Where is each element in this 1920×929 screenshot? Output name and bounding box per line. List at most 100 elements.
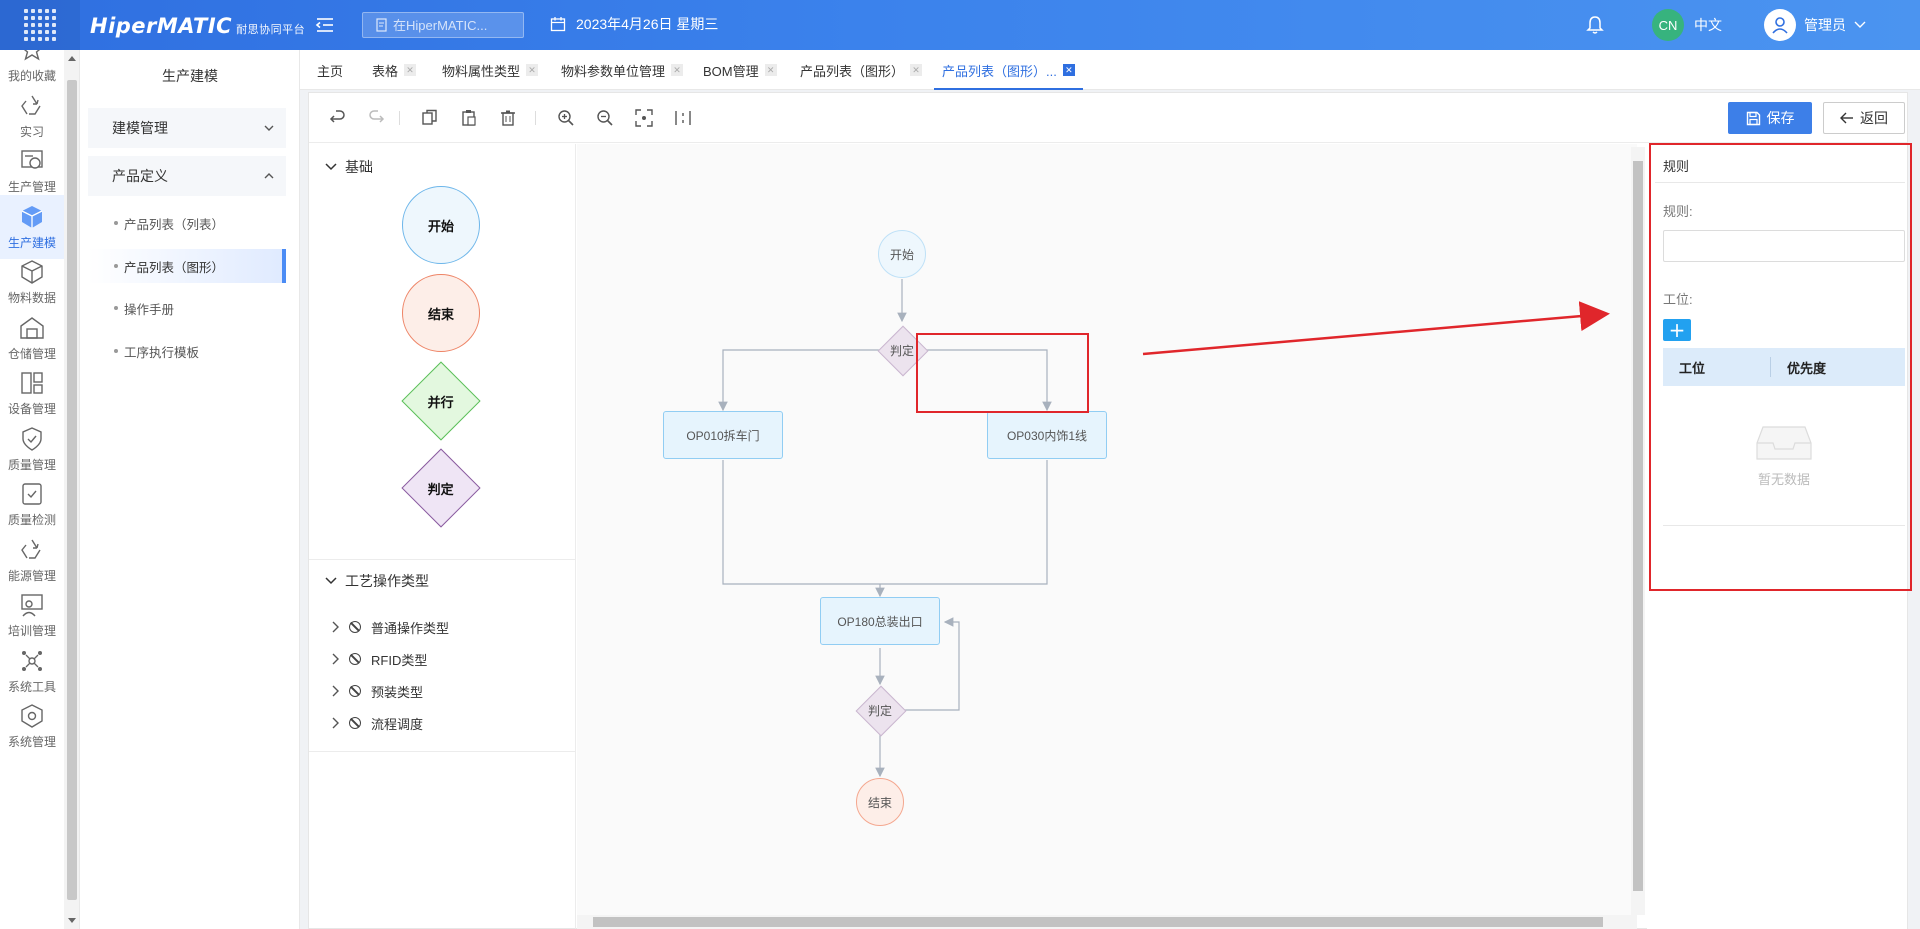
scroll-up-icon[interactable] <box>68 56 76 61</box>
training-icon <box>21 593 43 616</box>
nav-item-product-graph[interactable]: 产品列表（图形） <box>88 249 286 283</box>
empty-text: 暂无数据 <box>1757 472 1810 487</box>
flow-end-node[interactable]: 结束 <box>856 778 904 826</box>
tab-material-attr-type[interactable]: 物料属性类型 ✕ <box>442 50 539 90</box>
language-switch[interactable]: CN 中文 <box>1652 9 1722 41</box>
rail-scrollbar[interactable] <box>64 50 79 929</box>
canvas-horizontal-scrollbar[interactable] <box>577 915 1637 929</box>
chevron-right-icon <box>332 685 339 697</box>
flow-canvas[interactable]: 开始 判定 OP010拆车门 OP030内饰1线 OP180总装出口 判定 结束 <box>577 144 1637 929</box>
back-button[interactable]: 返回 <box>1823 102 1905 134</box>
op-type-dispatch[interactable]: 流程调度 <box>331 713 423 733</box>
menu-fold-icon[interactable] <box>314 14 336 36</box>
toolbar-divider <box>399 111 400 125</box>
nav-group-modeling[interactable]: 建模管理 <box>88 108 286 148</box>
scroll-down-icon[interactable] <box>68 918 76 923</box>
avatar <box>1764 9 1796 41</box>
flow-edges <box>718 279 1052 778</box>
delete-icon[interactable] <box>499 109 517 127</box>
panel-divider <box>1655 182 1905 183</box>
flow-start-node[interactable]: 开始 <box>878 230 926 278</box>
flow-judge-node-2[interactable]: 判定 <box>863 693 897 727</box>
tab-material-unit[interactable]: 物料参数单位管理 ✕ <box>561 50 684 90</box>
add-station-button[interactable]: + <box>1663 319 1691 341</box>
close-icon[interactable]: ✕ <box>526 64 539 76</box>
op-type-normal[interactable]: 普通操作类型 <box>331 617 449 637</box>
arrow-left-icon <box>1840 112 1853 124</box>
canvas-vertical-scrollbar[interactable] <box>1631 147 1645 915</box>
close-icon[interactable]: ✕ <box>404 64 417 76</box>
flow-judge-node[interactable]: 判定 <box>885 333 919 367</box>
palette-judge-shape[interactable]: 判定 <box>401 448 481 528</box>
tab-bom[interactable]: BOM管理 ✕ <box>703 50 777 90</box>
search-input[interactable] <box>393 17 513 33</box>
app-logo: HiperMATIC 耐思协同平台 <box>90 14 306 38</box>
close-icon[interactable]: ✕ <box>910 64 923 76</box>
flow-op030-node[interactable]: OP030内饰1线 <box>987 411 1107 459</box>
scroll-thumb[interactable] <box>1633 161 1643 891</box>
recycle-icon <box>21 539 41 559</box>
flow-op180-node[interactable]: OP180总装出口 <box>820 597 940 645</box>
station-label: 工位: <box>1663 292 1693 307</box>
rail-item-10[interactable]: 培训管理 <box>0 583 64 647</box>
scroll-thumb[interactable] <box>67 80 77 900</box>
close-icon[interactable]: ✕ <box>1062 64 1075 76</box>
undo-icon[interactable] <box>329 109 347 127</box>
nav-item-process-template[interactable]: 工序执行模板 <box>88 334 286 368</box>
language-badge: CN <box>1652 9 1684 41</box>
palette-parallel-shape[interactable]: 并行 <box>401 361 481 441</box>
nav-group-product-definition[interactable]: 产品定义 <box>88 156 286 196</box>
nav-item-label: 操作手册 <box>124 302 175 317</box>
user-icon <box>1772 17 1788 34</box>
rail-item-2[interactable]: 生产管理 <box>0 139 64 203</box>
ban-icon <box>349 653 361 665</box>
palette-basic-header[interactable]: 基础 <box>325 157 373 177</box>
rule-input[interactable] <box>1663 230 1905 262</box>
redo-icon[interactable] <box>367 109 385 127</box>
global-search[interactable] <box>362 12 524 38</box>
palette-start-shape[interactable]: 开始 <box>402 186 480 264</box>
tab-product-graph[interactable]: 产品列表（图形） ✕ <box>800 50 923 90</box>
tab-home[interactable]: 主页 <box>317 50 343 90</box>
copy-icon[interactable] <box>421 109 439 127</box>
settings-cube-icon <box>21 703 43 728</box>
editor-workspace: 保存 返回 基础 开始 结束 并行 判定 工艺操作类型 普通操作类型 RFID类 <box>308 92 1908 929</box>
palette-divider <box>309 559 576 560</box>
rail-item-12[interactable]: 系统管理 <box>0 694 64 758</box>
op-type-rfid[interactable]: RFID类型 <box>331 649 427 669</box>
align-icon[interactable] <box>674 109 692 127</box>
tab-product-graph-active[interactable]: 产品列表（图形）... ✕ <box>934 50 1083 90</box>
chevron-down-icon <box>325 577 337 585</box>
flow-op010-node[interactable]: OP010拆车门 <box>663 411 783 459</box>
close-icon[interactable]: ✕ <box>671 64 684 76</box>
network-icon <box>22 650 42 671</box>
palette-op-header[interactable]: 工艺操作类型 <box>325 571 429 591</box>
rail-item-label: 设备管理 <box>7 401 56 416</box>
bell-icon[interactable] <box>1586 15 1604 35</box>
grid-icon <box>24 9 56 41</box>
palette-divider <box>309 751 576 752</box>
zoom-in-icon[interactable] <box>557 109 575 127</box>
user-menu[interactable]: 管理员 <box>1764 9 1866 41</box>
scroll-thumb[interactable] <box>593 917 1603 927</box>
op-type-preassembly[interactable]: 预装类型 <box>331 681 423 701</box>
rail-item-4[interactable]: 物料数据 <box>0 250 64 314</box>
star-icon <box>24 50 40 61</box>
nav-item-product-list[interactable]: 产品列表（列表） <box>88 206 286 240</box>
rail-item-6[interactable]: 设备管理 <box>0 361 64 425</box>
rail-item-8[interactable]: 质量检测 <box>0 472 64 536</box>
nav-item-manual[interactable]: 操作手册 <box>88 291 286 325</box>
save-button[interactable]: 保存 <box>1728 102 1812 134</box>
ban-icon <box>349 621 361 633</box>
recycle-icon <box>21 95 41 115</box>
zoom-out-icon[interactable] <box>596 109 614 127</box>
paste-icon[interactable] <box>460 109 478 127</box>
module-rail: 我的收藏 实习 生产管理 生产建模 物料数据 仓储管理 设备管理 质量管理 质量检测 能源管理 培训… <box>0 50 80 929</box>
tab-table[interactable]: 表格 ✕ <box>372 50 417 90</box>
close-icon[interactable]: ✕ <box>764 64 777 76</box>
palette-end-shape[interactable]: 结束 <box>402 274 480 352</box>
production-icon <box>21 149 43 169</box>
chevron-down-icon <box>1854 21 1866 28</box>
app-grid-button[interactable] <box>0 0 80 50</box>
fit-view-icon[interactable] <box>635 109 653 127</box>
